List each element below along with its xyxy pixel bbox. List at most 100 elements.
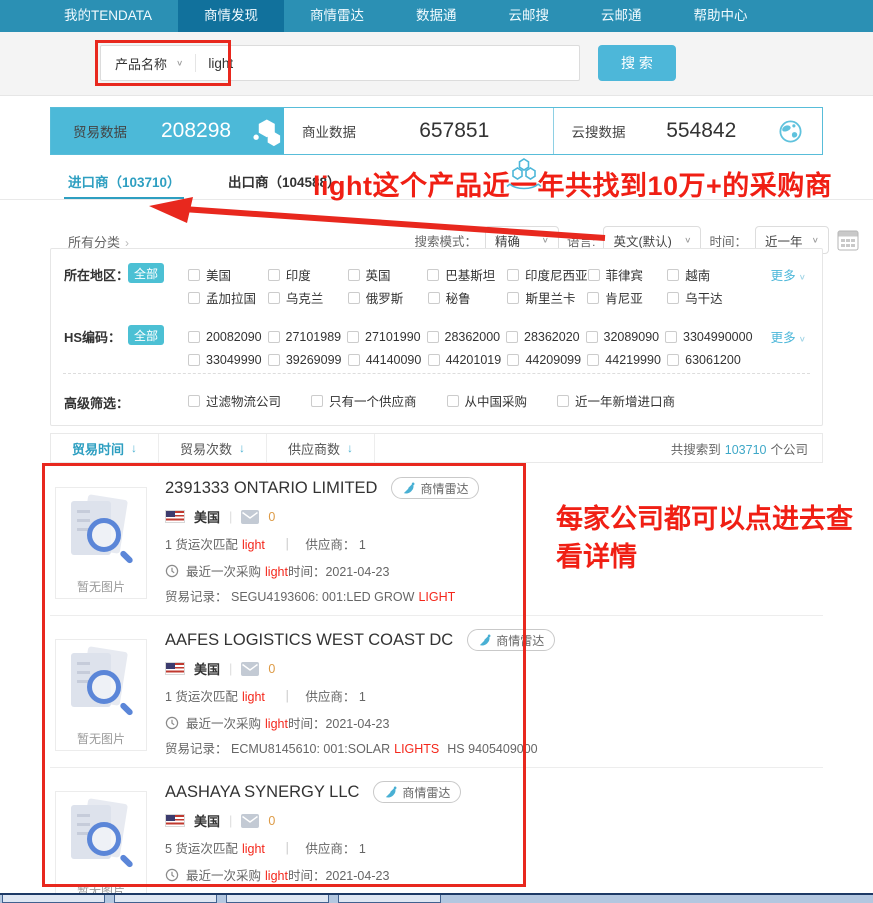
- nav-item-radar[interactable]: 商情雷达: [284, 0, 390, 32]
- company-card[interactable]: 暂无图片 AAFES LOGISTICS WEST COAST DC 商情雷达 …: [50, 616, 823, 768]
- company-thumbnail[interactable]: 暂无图片: [55, 791, 147, 903]
- checkbox[interactable]: [667, 292, 679, 304]
- checkbox[interactable]: [268, 269, 280, 281]
- checkbox[interactable]: [268, 354, 280, 366]
- search-button[interactable]: 搜 索: [598, 45, 676, 81]
- region-checkbox[interactable]: 孟加拉国: [188, 286, 268, 309]
- region-checkbox[interactable]: 肯尼亚: [587, 286, 667, 309]
- region-checkbox[interactable]: 印度尼西亚: [507, 263, 588, 286]
- checkbox[interactable]: [427, 331, 439, 343]
- hs-checkbox[interactable]: 33049990: [188, 348, 268, 371]
- checkbox[interactable]: [588, 269, 600, 281]
- search-input[interactable]: light: [196, 56, 233, 71]
- stat-trade-data[interactable]: 贸易数据 208298: [51, 108, 284, 154]
- checkbox[interactable]: [268, 331, 280, 343]
- nav-item-help[interactable]: 帮助中心: [668, 0, 774, 32]
- radar-button[interactable]: 商情雷达: [391, 477, 479, 499]
- region-checkbox[interactable]: 巴基斯坦: [427, 263, 507, 286]
- checkbox[interactable]: [347, 331, 359, 343]
- company-thumbnail[interactable]: 暂无图片: [55, 639, 147, 751]
- hs-more-link[interactable]: 更多∨: [771, 327, 806, 346]
- nav-item-mailtong[interactable]: 云邮通: [575, 0, 668, 32]
- region-checkbox[interactable]: 乌干达: [667, 286, 747, 309]
- checkbox[interactable]: [507, 292, 519, 304]
- hs-checkbox[interactable]: 39269099: [268, 348, 348, 371]
- checkbox[interactable]: [268, 292, 280, 304]
- hs-checkbox[interactable]: 44140090: [348, 348, 428, 371]
- hs-checkbox[interactable]: 27101989: [268, 325, 348, 348]
- checkbox[interactable]: [507, 354, 519, 366]
- region-checkbox[interactable]: 印度: [268, 263, 348, 286]
- checkbox[interactable]: [188, 395, 200, 407]
- checkbox[interactable]: [188, 354, 200, 366]
- checkbox[interactable]: [665, 331, 677, 343]
- hs-checkbox[interactable]: 63061200: [667, 348, 747, 371]
- checkbox[interactable]: [428, 354, 440, 366]
- region-all-badge[interactable]: 全部: [128, 263, 164, 283]
- taskbar-tab[interactable]: [2, 895, 105, 903]
- radar-button[interactable]: 商情雷达: [467, 629, 555, 651]
- hs-checkbox[interactable]: 3304990000: [665, 325, 747, 348]
- search-category-select[interactable]: 产品名称 ∨: [101, 54, 195, 73]
- search-box[interactable]: 产品名称 ∨ light: [100, 45, 580, 81]
- checkbox[interactable]: [447, 395, 459, 407]
- region-checkbox[interactable]: 菲律宾: [588, 263, 668, 286]
- company-name[interactable]: AAFES LOGISTICS WEST COAST DC: [165, 631, 453, 650]
- tab-importers[interactable]: 进口商（103710）: [68, 171, 181, 191]
- region-more-link[interactable]: 更多∨: [771, 265, 806, 284]
- company-thumbnail[interactable]: 暂无图片: [55, 487, 147, 599]
- nav-item-discovery[interactable]: 商情发现: [178, 0, 284, 32]
- hs-checkbox[interactable]: 27101990: [347, 325, 427, 348]
- hs-checkbox[interactable]: 28362000: [427, 325, 507, 348]
- region-checkbox[interactable]: 美国: [188, 263, 268, 286]
- region-checkbox[interactable]: 斯里兰卡: [507, 286, 587, 309]
- stat-cloud-search-data[interactable]: 云搜数据 554842: [553, 108, 823, 154]
- nav-item-datatong[interactable]: 数据通: [390, 0, 483, 32]
- hs-checkbox[interactable]: 44201019: [428, 348, 508, 371]
- hs-all-badge[interactable]: 全部: [128, 325, 164, 345]
- checkbox[interactable]: [348, 292, 360, 304]
- checkbox[interactable]: [428, 292, 440, 304]
- checkbox[interactable]: [188, 292, 200, 304]
- region-checkbox[interactable]: 越南: [667, 263, 747, 286]
- advanced-checkbox[interactable]: 只有一个供应商: [311, 391, 417, 410]
- region-checkbox[interactable]: 乌克兰: [268, 286, 348, 309]
- stat-business-data[interactable]: 商业数据 657851: [284, 108, 553, 154]
- checkbox[interactable]: [557, 395, 569, 407]
- checkbox[interactable]: [188, 269, 200, 281]
- checkbox[interactable]: [348, 354, 360, 366]
- checkbox[interactable]: [427, 269, 439, 281]
- checkbox[interactable]: [507, 269, 519, 281]
- hs-checkbox[interactable]: 20082090: [188, 325, 268, 348]
- advanced-checkbox[interactable]: 近一年新增进口商: [557, 391, 675, 410]
- advanced-checkbox[interactable]: 过滤物流公司: [188, 391, 281, 410]
- checkbox[interactable]: [348, 269, 360, 281]
- checkbox[interactable]: [667, 354, 679, 366]
- company-name[interactable]: 2391333 ONTARIO LIMITED: [165, 479, 377, 498]
- region-checkbox[interactable]: 秘鲁: [428, 286, 508, 309]
- nav-item-mailsearch[interactable]: 云邮搜: [483, 0, 576, 32]
- region-checkbox[interactable]: 英国: [348, 263, 428, 286]
- hs-checkbox[interactable]: 44209099: [507, 348, 587, 371]
- taskbar-tab[interactable]: [226, 895, 329, 903]
- checkbox[interactable]: [587, 354, 599, 366]
- hs-checkbox[interactable]: 32089090: [586, 325, 666, 348]
- checkbox[interactable]: [188, 331, 200, 343]
- hs-checkbox[interactable]: 44219990: [587, 348, 667, 371]
- sort-by-supplier-count[interactable]: 供应商数 ↓: [267, 434, 375, 462]
- company-name[interactable]: AASHAYA SYNERGY LLC: [165, 783, 359, 802]
- taskbar-tab[interactable]: [114, 895, 217, 903]
- region-checkbox[interactable]: 俄罗斯: [348, 286, 428, 309]
- checkbox[interactable]: [667, 269, 679, 281]
- radar-button[interactable]: 商情雷达: [373, 781, 461, 803]
- checkbox[interactable]: [587, 292, 599, 304]
- hs-checkbox[interactable]: 28362020: [506, 325, 586, 348]
- checkbox[interactable]: [586, 331, 598, 343]
- sort-by-trade-count[interactable]: 贸易次数 ↓: [159, 434, 267, 462]
- advanced-checkbox[interactable]: 从中国采购: [447, 391, 528, 410]
- checkbox[interactable]: [506, 331, 518, 343]
- sort-by-trade-time[interactable]: 贸易时间 ↓: [51, 434, 159, 462]
- checkbox[interactable]: [311, 395, 323, 407]
- taskbar-tab[interactable]: [338, 895, 441, 903]
- company-card[interactable]: 暂无图片 AASHAYA SYNERGY LLC 商情雷达 美国 |: [50, 768, 823, 903]
